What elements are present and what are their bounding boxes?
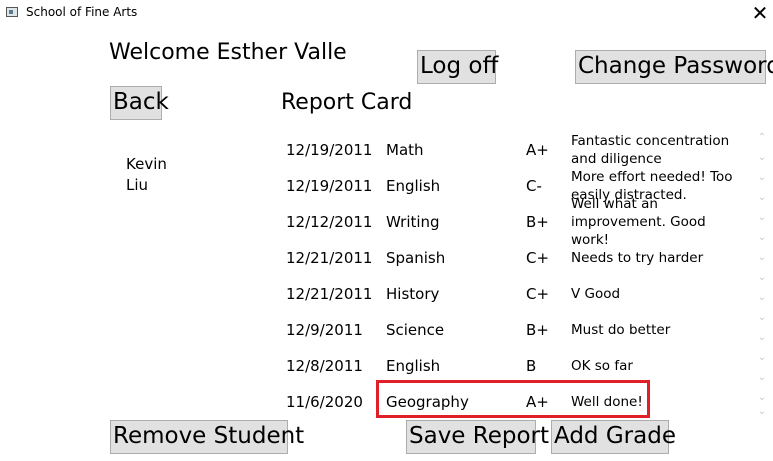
report-comment: Well what an improvement. Good work! — [571, 196, 706, 248]
report-comment: Well done! — [571, 394, 643, 410]
chevron-down-icon[interactable]: ⌄ — [755, 252, 769, 264]
report-date: 12/9/2011 — [286, 321, 363, 339]
save-report-button[interactable]: Save Report — [406, 420, 549, 454]
report-subject: Spanish — [386, 249, 446, 267]
welcome-text: Welcome Esther Valle — [109, 40, 347, 65]
chevron-down-icon[interactable]: ⌄ — [755, 292, 769, 304]
report-date: 12/19/2011 — [286, 177, 373, 195]
chevron-down-icon[interactable]: ⌄ — [755, 232, 769, 244]
report-date: 12/21/2011 — [286, 285, 373, 303]
close-icon[interactable]: ✕ — [748, 1, 772, 25]
report-date: 12/21/2011 — [286, 249, 373, 267]
log-off-button[interactable]: Log off — [417, 50, 498, 84]
report-subject: Science — [386, 321, 445, 339]
report-grade: B+ — [526, 213, 549, 231]
chevron-down-icon[interactable]: ⌄ — [755, 332, 769, 344]
report-row[interactable]: 12/12/2011 Writing B+ Well what an impro… — [281, 196, 746, 248]
report-comment: Needs to try harder — [571, 250, 704, 266]
window-title: School of Fine Arts — [26, 5, 138, 19]
report-comment: Must do better — [571, 322, 671, 338]
chevron-down-icon[interactable]: ⌄ — [755, 212, 769, 224]
report-subject: English — [386, 357, 441, 375]
chevron-down-icon[interactable]: ⌄ — [755, 272, 769, 284]
report-row[interactable]: 11/6/2020 Geography A+ Well done! — [281, 384, 746, 420]
chevron-down-icon[interactable]: ⌄ — [755, 352, 769, 364]
add-grade-button[interactable]: Add Grade — [551, 420, 676, 454]
report-subject: Geography — [386, 393, 469, 411]
report-date: 12/12/2011 — [286, 213, 373, 231]
report-grade: B+ — [526, 321, 549, 339]
change-password-button[interactable]: Change Password — [575, 50, 773, 84]
report-grade: C+ — [526, 249, 550, 267]
report-comment: V Good — [571, 286, 621, 302]
report-grade: C- — [526, 177, 542, 195]
report-subject: Math — [386, 141, 424, 159]
report-subject: English — [386, 177, 441, 195]
report-grade: C+ — [526, 285, 550, 303]
report-comment: Fantastic concentration and diligence — [571, 133, 730, 167]
report-grade: A+ — [526, 141, 549, 159]
report-grade: B — [526, 357, 537, 375]
chevron-down-icon[interactable]: ⌄ — [755, 406, 769, 418]
chevron-down-icon[interactable]: ⌄ — [755, 312, 769, 324]
report-subject: History — [386, 285, 440, 303]
chevron-down-icon[interactable]: ⌄ — [755, 172, 769, 184]
chevron-down-icon[interactable]: ⌄ — [755, 392, 769, 404]
report-row[interactable]: 12/8/2011 English B OK so far — [281, 348, 746, 384]
report-date: 12/19/2011 — [286, 141, 373, 159]
student-last-name[interactable]: Liu — [126, 175, 246, 196]
student-first-name[interactable]: Kevin — [126, 154, 246, 175]
student-list: Kevin Liu — [126, 154, 246, 196]
report-card-list: 12/19/2011 Math A+ Fantastic concentrati… — [281, 132, 746, 420]
chevron-up-icon[interactable]: ⌃ — [755, 132, 769, 144]
report-comment: OK so far — [571, 358, 633, 374]
report-subject: Writing — [386, 213, 440, 231]
chevron-down-icon[interactable]: ⌄ — [755, 372, 769, 384]
report-row[interactable]: 12/9/2011 Science B+ Must do better — [281, 312, 746, 348]
title-bar: School of Fine Arts ✕ — [0, 0, 773, 28]
app-window-icon — [6, 7, 18, 17]
report-date: 12/8/2011 — [286, 357, 363, 375]
report-row[interactable]: 12/19/2011 Math A+ Fantastic concentrati… — [281, 132, 746, 168]
remove-student-button[interactable]: Remove Student — [110, 420, 304, 454]
chevron-down-icon[interactable]: ⌄ — [755, 152, 769, 164]
report-grade: A+ — [526, 393, 549, 411]
report-scrollbar[interactable]: ⌃ ⌄ ⌄ ⌄ ⌄ ⌄ ⌄ ⌄ ⌄ ⌄ ⌄ ⌄ ⌄ ⌄ ⌄ — [755, 132, 769, 420]
report-row[interactable]: 12/21/2011 History C+ V Good — [281, 276, 746, 312]
back-button[interactable]: Back — [110, 86, 169, 120]
report-card-title: Report Card — [281, 90, 413, 115]
chevron-down-icon[interactable]: ⌄ — [755, 192, 769, 204]
report-row[interactable]: 12/21/2011 Spanish C+ Needs to try harde… — [281, 240, 746, 276]
report-date: 11/6/2020 — [286, 393, 363, 411]
